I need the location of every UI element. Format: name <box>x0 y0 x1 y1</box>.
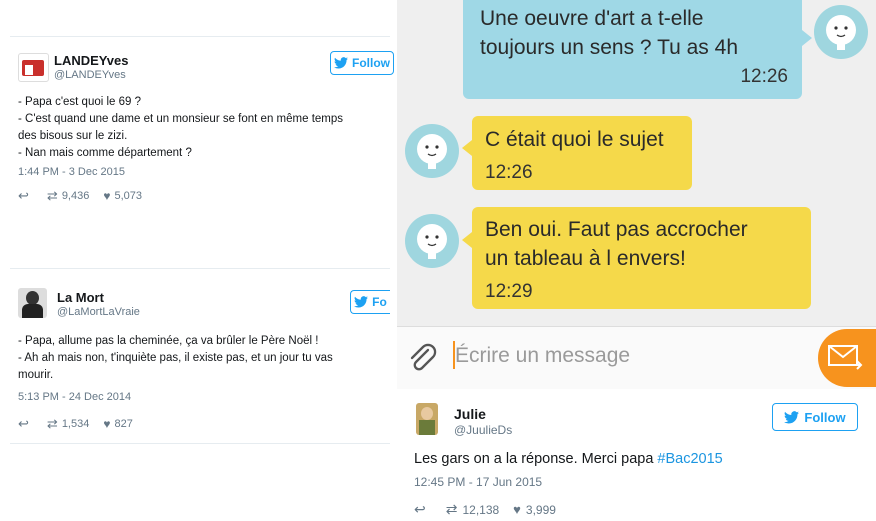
send-button[interactable] <box>818 329 876 387</box>
bird-icon <box>784 410 800 423</box>
avatar[interactable] <box>405 124 459 178</box>
message-line: C était quoi le sujet <box>485 128 664 151</box>
tweet-body: Les gars on a la réponse. Merci papa <box>414 451 658 467</box>
paperclip-icon[interactable] <box>405 341 439 375</box>
chat-bubble-received[interactable]: Ben oui. Faut pas accrocher un tableau à… <box>472 207 811 309</box>
heart-icon[interactable]: ♥ <box>513 502 521 517</box>
like-count: 827 <box>114 418 133 430</box>
tweet-text: Les gars on a la réponse. Merci papa #Ba… <box>414 451 723 467</box>
message-line: Ben oui. Faut pas accrocher <box>485 218 748 241</box>
tweet-timestamp[interactable]: 12:45 PM - 17 Jun 2015 <box>414 475 542 489</box>
message-time: 12:29 <box>485 281 533 302</box>
retweet-icon[interactable]: ⇄ <box>446 501 458 518</box>
tweet-3: Julie @JuulieDs Follow Les gars on a la … <box>397 389 876 521</box>
face-icon <box>417 134 447 169</box>
retweet-count: 1,534 <box>61 418 90 430</box>
tweet-line: mourir. <box>18 369 54 381</box>
retweet-count: 12,138 <box>462 502 500 517</box>
avatar[interactable] <box>405 214 459 268</box>
retweet-icon[interactable]: ⇄ <box>47 416 58 432</box>
message-time: 12:26 <box>740 66 788 87</box>
tweet-actions: ↩ ⇄ 12,138 ♥ 3,999 <box>414 501 556 518</box>
follow-button[interactable]: Follow <box>772 403 858 431</box>
tweet-author-handle[interactable]: @JuulieDs <box>454 423 512 437</box>
like-count: 3,999 <box>525 502 556 517</box>
message-line: Une oeuvre d'art a t-elle <box>480 7 704 30</box>
tweet-author-name[interactable]: Julie <box>454 406 486 422</box>
chat-bubble-sent[interactable]: Une oeuvre d'art a t-elle toujours un se… <box>463 0 802 99</box>
tweet-text: - Papa, allume pas la cheminée, ça va br… <box>18 333 390 384</box>
reply-icon[interactable]: ↩ <box>414 501 426 518</box>
message-line: un tableau à l envers! <box>485 247 686 270</box>
follow-button[interactable]: Fo <box>350 290 390 314</box>
tweet-timestamp[interactable]: 5:13 PM - 24 Dec 2014 <box>18 391 131 403</box>
tweet-line: - Ah ah mais non, t'inquiète pas, il exi… <box>18 352 333 364</box>
bubble-tail <box>802 30 812 46</box>
avatar[interactable] <box>814 5 868 59</box>
envelope-send-icon <box>828 345 863 370</box>
avatar[interactable] <box>18 288 47 318</box>
face-icon <box>417 224 447 259</box>
tweet-author-handle[interactable]: @LaMortLaVraie <box>57 306 140 318</box>
bubble-tail <box>462 140 472 156</box>
divider <box>10 443 390 444</box>
follow-label: Follow <box>804 409 846 425</box>
face-icon <box>826 15 856 50</box>
tweet-actions: ↩ ⇄ 1,534 ♥ 827 <box>18 416 133 432</box>
avatar[interactable] <box>416 403 438 435</box>
message-input-bar: Écrire un message <box>397 326 876 389</box>
message-time: 12:26 <box>485 162 533 183</box>
message-input[interactable]: Écrire un message <box>455 342 815 372</box>
bird-icon <box>354 296 369 308</box>
hashtag-link[interactable]: #Bac2015 <box>657 451 722 467</box>
tweet-author-name[interactable]: La Mort <box>57 290 104 305</box>
tweet-line: - Papa, allume pas la cheminée, ça va br… <box>18 335 319 347</box>
bubble-tail <box>462 232 472 248</box>
chat-bubble-received[interactable]: C était quoi le sujet 12:26 <box>472 116 692 190</box>
reply-icon[interactable]: ↩ <box>18 416 29 432</box>
follow-label: Fo <box>372 295 387 309</box>
heart-icon[interactable]: ♥ <box>103 417 110 431</box>
message-line: toujours un sens ? Tu as 4h <box>480 36 738 59</box>
